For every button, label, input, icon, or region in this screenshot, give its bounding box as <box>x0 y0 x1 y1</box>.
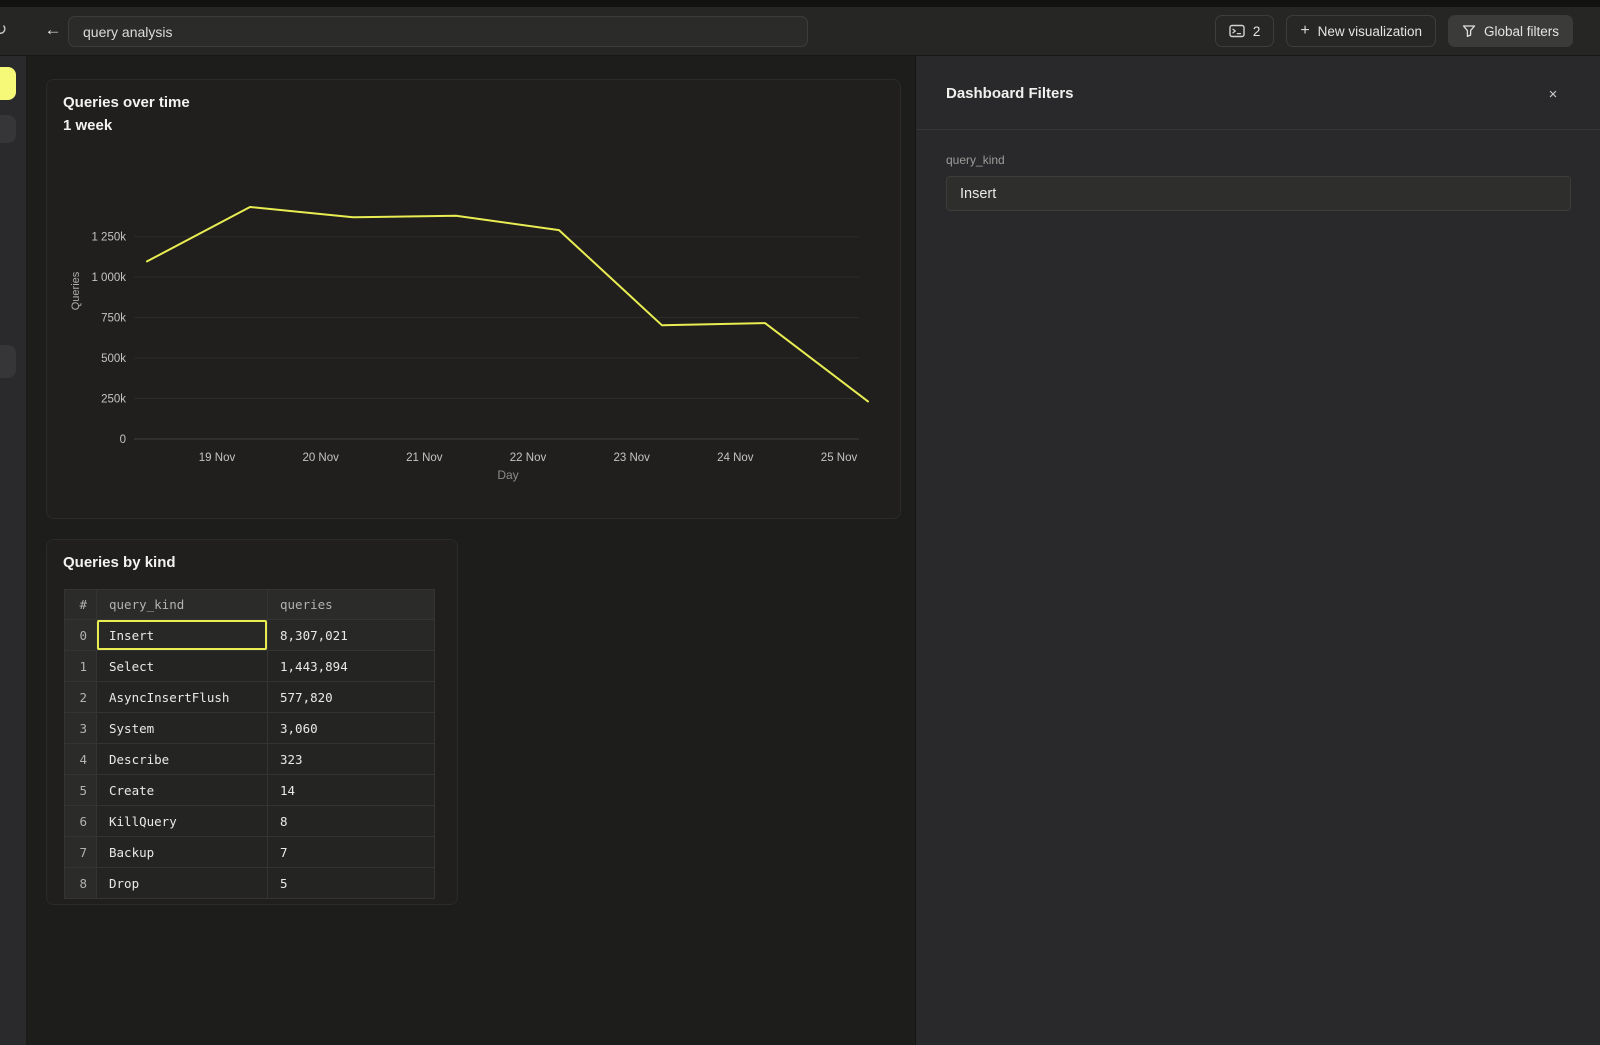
y-tick-label: 1 000k <box>91 272 126 284</box>
dashboard-filters-panel: Dashboard Filters × query_kind <box>915 56 1600 1045</box>
refresh-icon[interactable]: ↻ <box>0 20 15 44</box>
cell-queries[interactable]: 7 <box>267 837 434 867</box>
x-tick-label: 23 Nov <box>613 452 650 464</box>
y-tick-label: 750k <box>101 313 126 325</box>
cell-kind[interactable]: AsyncInsertFlush <box>96 682 267 712</box>
cell-kind[interactable]: System <box>96 713 267 743</box>
table-row[interactable]: 5Create14 <box>65 775 434 806</box>
table-title: Queries by kind <box>63 554 176 571</box>
cell-queries[interactable]: 14 <box>267 775 434 805</box>
queries-over-time-card: 0 250k 500k 750k 1 000k 1 250k 19 Nov 20 Nov 21 … <box>46 79 901 519</box>
column-header-query_kind[interactable]: query_kind <box>96 590 267 619</box>
plus-icon: + <box>1300 23 1309 39</box>
y-tick-label: 500k <box>101 353 126 365</box>
table-row[interactable]: 1Select1,443,894 <box>65 651 434 682</box>
console-count: 2 <box>1253 24 1261 39</box>
cell-idx[interactable]: 2 <box>65 682 96 712</box>
window-top-strip <box>0 0 1600 7</box>
x-tick-label: 25 Nov <box>821 452 858 464</box>
cell-queries[interactable]: 323 <box>267 744 434 774</box>
cell-kind[interactable]: Create <box>96 775 267 805</box>
queries-over-time-chart[interactable]: 0 250k 500k 750k 1 000k 1 250k 19 Nov 20 Nov 21 … <box>47 80 902 520</box>
y-tick-label: 250k <box>101 394 126 406</box>
queries-by-kind-card: Queries by kind #query_kindqueries0Inser… <box>46 539 458 905</box>
new-visualization-button[interactable]: + New visualization <box>1286 15 1436 47</box>
y-tick-label: 0 <box>120 434 126 446</box>
left-sidebar <box>0 56 27 1045</box>
cell-queries[interactable]: 8 <box>267 806 434 836</box>
cell-kind[interactable]: Backup <box>96 837 267 867</box>
back-button[interactable]: ← <box>40 17 66 43</box>
table-row[interactable]: 0Insert8,307,021 <box>65 620 434 651</box>
x-tick-label: 19 Nov <box>199 452 236 464</box>
global-filters-label: Global filters <box>1484 24 1559 39</box>
column-header-queries[interactable]: queries <box>267 590 434 619</box>
cell-kind[interactable]: Describe <box>96 744 267 774</box>
cell-queries[interactable]: 3,060 <box>267 713 434 743</box>
dashboard-title-input[interactable] <box>68 16 808 47</box>
x-tick-label: 21 Nov <box>406 452 443 464</box>
table-row[interactable]: 2AsyncInsertFlush577,820 <box>65 682 434 713</box>
cell-kind[interactable]: Select <box>96 651 267 681</box>
sidebar-item-item-3[interactable] <box>0 345 16 378</box>
panel-title: Dashboard Filters <box>946 85 1074 102</box>
table-header-row: #query_kindqueries <box>65 590 434 620</box>
sidebar-item-item-2[interactable] <box>0 115 16 143</box>
cell-idx[interactable]: 7 <box>65 837 96 867</box>
filter-field-label: query_kind <box>946 153 1005 167</box>
cell-idx[interactable]: 4 <box>65 744 96 774</box>
x-axis-title: Day <box>497 468 518 482</box>
cell-idx[interactable]: 6 <box>65 806 96 836</box>
chart-title: Queries over time <box>63 94 190 111</box>
cell-kind[interactable]: Insert <box>96 620 267 650</box>
cell-idx[interactable]: 1 <box>65 651 96 681</box>
x-tick-label: 20 Nov <box>302 452 339 464</box>
cell-queries[interactable]: 5 <box>267 868 434 898</box>
chart-subtitle: 1 week <box>63 117 112 134</box>
y-tick-label: 1 250k <box>91 232 126 244</box>
close-icon[interactable]: × <box>1542 83 1564 105</box>
y-axis-title: Queries <box>70 271 82 310</box>
table-row[interactable]: 3System3,060 <box>65 713 434 744</box>
topbar-actions: 2 + New visualization Global filters <box>1215 15 1573 47</box>
query-kind-filter-input[interactable] <box>946 176 1571 211</box>
cell-queries[interactable]: 8,307,021 <box>267 620 434 650</box>
cell-idx[interactable]: 5 <box>65 775 96 805</box>
cell-idx[interactable]: 3 <box>65 713 96 743</box>
terminal-window-icon <box>1229 24 1245 38</box>
column-header-index[interactable]: # <box>65 590 96 619</box>
cell-idx[interactable]: 8 <box>65 868 96 898</box>
cell-queries[interactable]: 577,820 <box>267 682 434 712</box>
cell-queries[interactable]: 1,443,894 <box>267 651 434 681</box>
cell-kind[interactable]: Drop <box>96 868 267 898</box>
main-content: 0250k500k750k1 000k1 250k19 Nov20 Nov21 … <box>28 56 915 1045</box>
new-visualization-label: New visualization <box>1318 24 1422 39</box>
funnel-icon <box>1462 24 1476 38</box>
table-row[interactable]: 8Drop5 <box>65 868 434 899</box>
x-tick-label: 24 Nov <box>717 452 754 464</box>
queries-by-kind-table: #query_kindqueries0Insert8,307,0211Selec… <box>64 589 435 899</box>
cell-kind[interactable]: KillQuery <box>96 806 267 836</box>
table-row[interactable]: 7Backup7 <box>65 837 434 868</box>
x-tick-label: 22 Nov <box>510 452 547 464</box>
global-filters-button[interactable]: Global filters <box>1448 15 1573 47</box>
table-row[interactable]: 6KillQuery8 <box>65 806 434 837</box>
sql-console-button[interactable]: 2 <box>1215 15 1275 47</box>
topbar: ↻ ← 2 + New visualization Global fi <box>0 7 1600 56</box>
table-row[interactable]: 4Describe323 <box>65 744 434 775</box>
panel-header: Dashboard Filters × <box>916 56 1600 130</box>
cell-idx[interactable]: 0 <box>65 620 96 650</box>
sidebar-item-active-item[interactable] <box>0 67 16 100</box>
